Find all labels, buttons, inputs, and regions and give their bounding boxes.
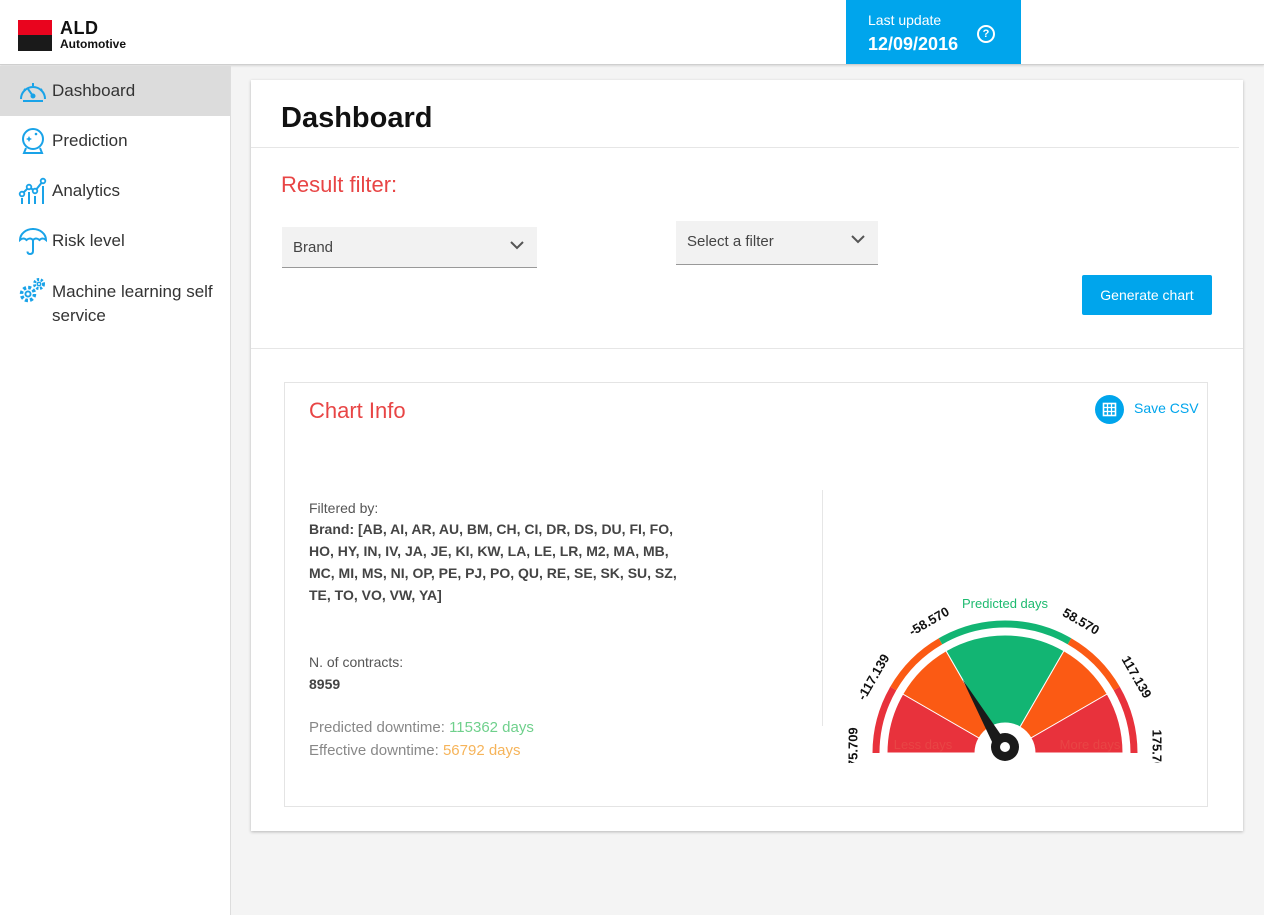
- logo-text-automotive: Automotive: [60, 37, 126, 51]
- sidebar-item-machine-learning[interactable]: Machine learning self service: [0, 266, 230, 330]
- gauge-tick-label-5: 175.709: [1150, 730, 1165, 764]
- effective-downtime-label: Effective downtime:: [309, 742, 443, 759]
- crystal-ball-icon: [22, 128, 44, 154]
- effective-downtime: Effective downtime: 56792 days: [309, 742, 521, 759]
- gauge-tick-label-4: 117.139: [1119, 653, 1155, 701]
- logo-mark: [18, 20, 52, 51]
- speedometer-icon: [20, 83, 46, 102]
- sidebar-item-prediction[interactable]: Prediction: [0, 116, 230, 166]
- sidebar-item-label: Risk level: [52, 231, 125, 250]
- divider: [251, 348, 1243, 349]
- umbrella-icon: [18, 228, 48, 255]
- table-icon: [1095, 395, 1124, 424]
- brand-select[interactable]: Brand: [282, 227, 537, 268]
- predicted-downtime: Predicted downtime: 115362 days: [309, 719, 534, 736]
- sidebar-item-label: Machine learning self service: [52, 282, 213, 325]
- sidebar: Dashboard Prediction Analytics Risk leve…: [0, 66, 231, 915]
- sidebar-item-label: Analytics: [52, 181, 121, 200]
- result-filter-title: Result filter:: [281, 172, 398, 197]
- chevron-down-icon: [510, 241, 524, 250]
- gauge-needle-hub-center: [1000, 742, 1010, 752]
- gauge-left-label: Less days: [894, 737, 953, 752]
- contracts-label: N. of contracts:: [309, 654, 404, 670]
- filtered-by-label: Filtered by:: [309, 500, 379, 516]
- save-csv-label: Save CSV: [1134, 400, 1199, 416]
- last-update-panel: Last update 12/09/2016 ?: [846, 0, 1021, 64]
- gauge-center-label: Predicted days: [962, 596, 1048, 611]
- last-update-date: 12/09/2016: [868, 34, 959, 54]
- top-header: ALD Automotive Last update 12/09/2016 ?: [0, 0, 1264, 65]
- dashboard-card: Dashboard Result filter: Brand Select a …: [251, 80, 1243, 831]
- logo-text-ald: ALD: [60, 18, 99, 38]
- chevron-down-icon: [851, 235, 865, 244]
- scrollbar-track: [1264, 0, 1280, 915]
- divider: [251, 147, 1239, 148]
- analytics-chart-icon: [18, 177, 47, 204]
- predicted-downtime-value: 115362 days: [449, 719, 534, 736]
- gauge-tick-label-3: 58.570: [1060, 605, 1102, 638]
- gauge-tick-label-0: -175.709: [845, 727, 860, 763]
- page-title: Dashboard: [281, 102, 433, 134]
- downtime-gauge-chart: -175.709-117.139-58.570 58.570117.139175.…: [845, 596, 1165, 764]
- ald-logo[interactable]: ALD Automotive: [18, 18, 158, 52]
- sidebar-item-risk-level[interactable]: Risk level: [0, 216, 230, 266]
- filter-select[interactable]: Select a filter: [676, 221, 878, 265]
- generate-chart-button[interactable]: Generate chart: [1082, 275, 1212, 315]
- contracts-value: 8959: [309, 676, 341, 692]
- help-icon[interactable]: ?: [977, 25, 995, 43]
- chart-info-title: Chart Info: [309, 398, 406, 423]
- gauge-right-label: More days: [1060, 737, 1121, 752]
- gears-icon: [19, 278, 45, 303]
- last-update-label: Last update: [868, 12, 942, 28]
- sidebar-item-label: Prediction: [52, 131, 128, 150]
- effective-downtime-value: 56792 days: [442, 742, 521, 759]
- sidebar-item-label: Dashboard: [52, 81, 136, 100]
- filter-select-value: Select a filter: [687, 233, 774, 250]
- sidebar-item-dashboard[interactable]: Dashboard: [0, 66, 230, 116]
- chart-info-panel: Chart Info Save CSV Filtered by: Brand: …: [284, 382, 1208, 807]
- brand-filter-list: Brand: [AB, AI, AR, AU, BM, CH, CI, DR, …: [309, 521, 677, 603]
- predicted-downtime-label: Predicted downtime:: [309, 719, 450, 736]
- gauge-tick-label-2: -58.570: [906, 604, 952, 639]
- divider: [822, 490, 823, 726]
- sidebar-item-analytics[interactable]: Analytics: [0, 166, 230, 216]
- brand-select-value: Brand: [293, 239, 334, 256]
